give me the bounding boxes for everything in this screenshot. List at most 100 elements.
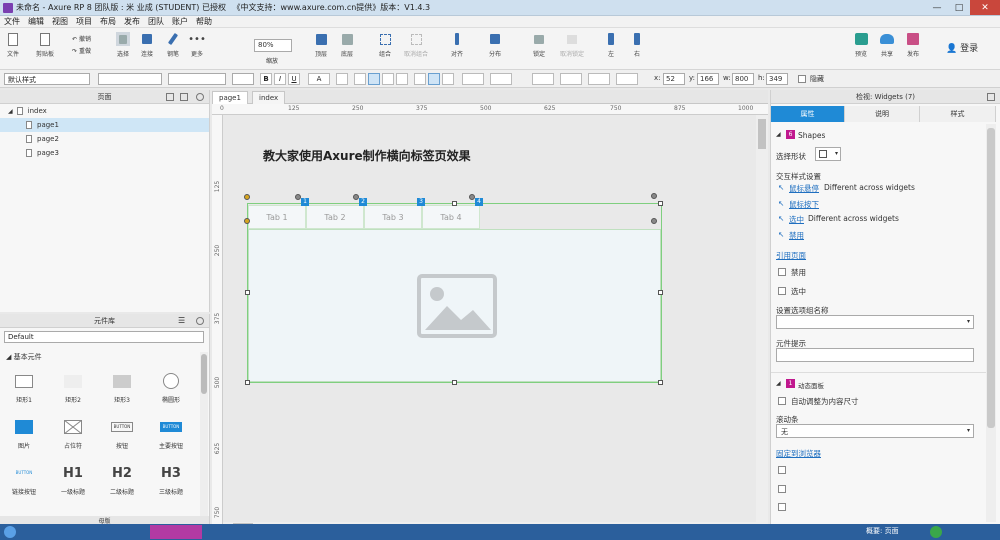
minimize-button[interactable]: — [926,0,948,15]
right-button[interactable]: 右 [630,32,644,58]
tab-1[interactable]: Tab 1 [248,205,306,229]
align-right-button[interactable] [382,73,394,85]
add-folder-icon[interactable] [180,93,188,101]
widget-button[interactable]: BUTTON 按钮 [98,418,146,458]
tab-notes[interactable]: 说明 [845,106,920,122]
reference-page-link[interactable]: 引用页面 [776,250,806,261]
rotate-handle[interactable] [651,193,657,199]
publish-button[interactable]: 发布 [906,32,920,58]
resize-handle-bottom-left[interactable] [245,380,250,385]
bullet-button[interactable] [336,73,348,85]
tray-icon[interactable] [930,526,942,538]
w-input[interactable]: 800 [732,73,754,85]
share-button[interactable]: 共享 [880,32,894,58]
disabled-link[interactable]: 禁用 [789,230,804,241]
valign-middle-button[interactable] [428,73,440,85]
tree-root-index[interactable]: ◢ index [0,104,209,118]
canvas-vertical-scrollbar[interactable] [756,115,768,524]
collapse-icon[interactable]: ◢ [776,131,781,138]
hidden-checkbox[interactable] [798,75,806,83]
widget-h2[interactable]: H2 二级标题 [98,464,146,504]
connect-tool[interactable]: 连接 [140,32,154,58]
widget-placeholder[interactable]: 占位符 [49,418,97,458]
line-style-button[interactable] [588,73,610,85]
font-size-select[interactable] [232,73,254,85]
arrow-style-button[interactable] [616,73,638,85]
font-select[interactable] [98,73,162,85]
tab-4[interactable]: Tab 4 [422,205,480,229]
option-checkbox[interactable] [778,466,786,474]
login-button[interactable]: 👤 登录 [946,41,978,54]
menu-arrange[interactable]: 布局 [100,16,116,27]
text-color-button[interactable]: A [308,73,330,85]
selected-link[interactable]: 选中 [789,214,804,225]
more-tools[interactable]: ••• 更多 [188,32,206,59]
resize-handle-bottom-right[interactable] [658,380,663,385]
rotate-handle[interactable] [469,194,475,200]
menu-edit[interactable]: 编辑 [28,16,44,27]
mousedown-link[interactable]: 鼠标按下 [789,199,819,210]
widget-rect3[interactable]: 矩形3 [98,372,146,412]
mouseover-link[interactable]: 鼠标悬停 [789,183,819,194]
menu-help[interactable]: 帮助 [196,16,212,27]
select-tool[interactable]: 选择 [116,32,130,58]
group-name-select[interactable]: ▾ [776,315,974,329]
search-icon[interactable] [196,93,204,101]
fill-color-button[interactable] [462,73,484,85]
valign-bottom-button[interactable] [442,73,454,85]
rotate-handle[interactable] [651,218,657,224]
bring-top-button[interactable]: 顶层 [314,32,328,58]
dynamic-panel[interactable] [248,229,661,382]
inspector-scrollbar[interactable] [986,124,996,522]
tab-style[interactable]: 样式 [920,106,996,122]
menu-publish[interactable]: 发布 [124,16,140,27]
widget-h1[interactable]: H1 一级标题 [49,464,97,504]
align-button[interactable]: 对齐 [450,32,464,58]
resize-handle-bottom[interactable] [452,380,457,385]
resize-handle-top-right[interactable] [658,201,663,206]
italic-button[interactable]: I [274,73,286,85]
font-weight-select[interactable] [168,73,226,85]
h-input[interactable]: 349 [766,73,788,85]
line-width-button[interactable] [560,73,582,85]
collapse-icon[interactable]: ◢ [776,380,781,387]
clipboard-button[interactable]: 剪贴板 [36,32,54,58]
zoom-select[interactable]: 80% [254,39,292,52]
align-center-button[interactable] [368,73,380,85]
selected-checkbox[interactable] [778,287,786,295]
canvas-heading[interactable]: 教大家使用Axure制作横向标签页效果 [263,147,471,164]
bold-button[interactable]: B [260,73,272,85]
add-page-icon[interactable] [166,93,174,101]
style-select[interactable]: 默认样式 [4,73,90,85]
menu-project[interactable]: 项目 [76,16,92,27]
line-color-button[interactable] [532,73,554,85]
justify-button[interactable] [396,73,408,85]
file-button[interactable]: 文件 [6,32,20,58]
preview-button[interactable]: 预览 [854,32,868,58]
send-bottom-button[interactable]: 底层 [340,32,354,58]
taskbar-app-axure[interactable] [150,525,202,539]
scrollbar-select[interactable]: 无 ▾ [776,424,974,438]
widget-image[interactable]: 图片 [0,418,48,458]
maximize-button[interactable]: □ [948,0,970,15]
select-shape-dropdown[interactable]: ▾ [815,147,841,161]
underline-button[interactable]: U [288,73,300,85]
scroll-thumb[interactable] [201,354,207,394]
panel-options-icon[interactable] [987,93,995,101]
group-button[interactable]: 组合 [378,32,392,58]
widget-primary-button[interactable]: BUTTON 主要按钮 [147,418,195,458]
tree-item-page3[interactable]: page3 [0,146,209,160]
start-icon[interactable] [4,526,16,538]
menu-file[interactable]: 文件 [4,16,20,27]
doc-tab-index[interactable]: index [252,91,286,104]
widget-rect1[interactable]: 矩形1 [0,372,48,412]
distribute-button[interactable]: 分布 [488,32,502,58]
tab-2[interactable]: Tab 2 [306,205,364,229]
close-button[interactable]: ✕ [970,0,1000,15]
library-search-icon[interactable] [196,317,204,325]
basic-widgets-section[interactable]: ◢ 基本元件 [6,352,42,362]
option-checkbox[interactable] [778,503,786,511]
library-select[interactable]: Default [4,331,204,343]
option-checkbox[interactable] [778,485,786,493]
shadow-button[interactable] [490,73,512,85]
